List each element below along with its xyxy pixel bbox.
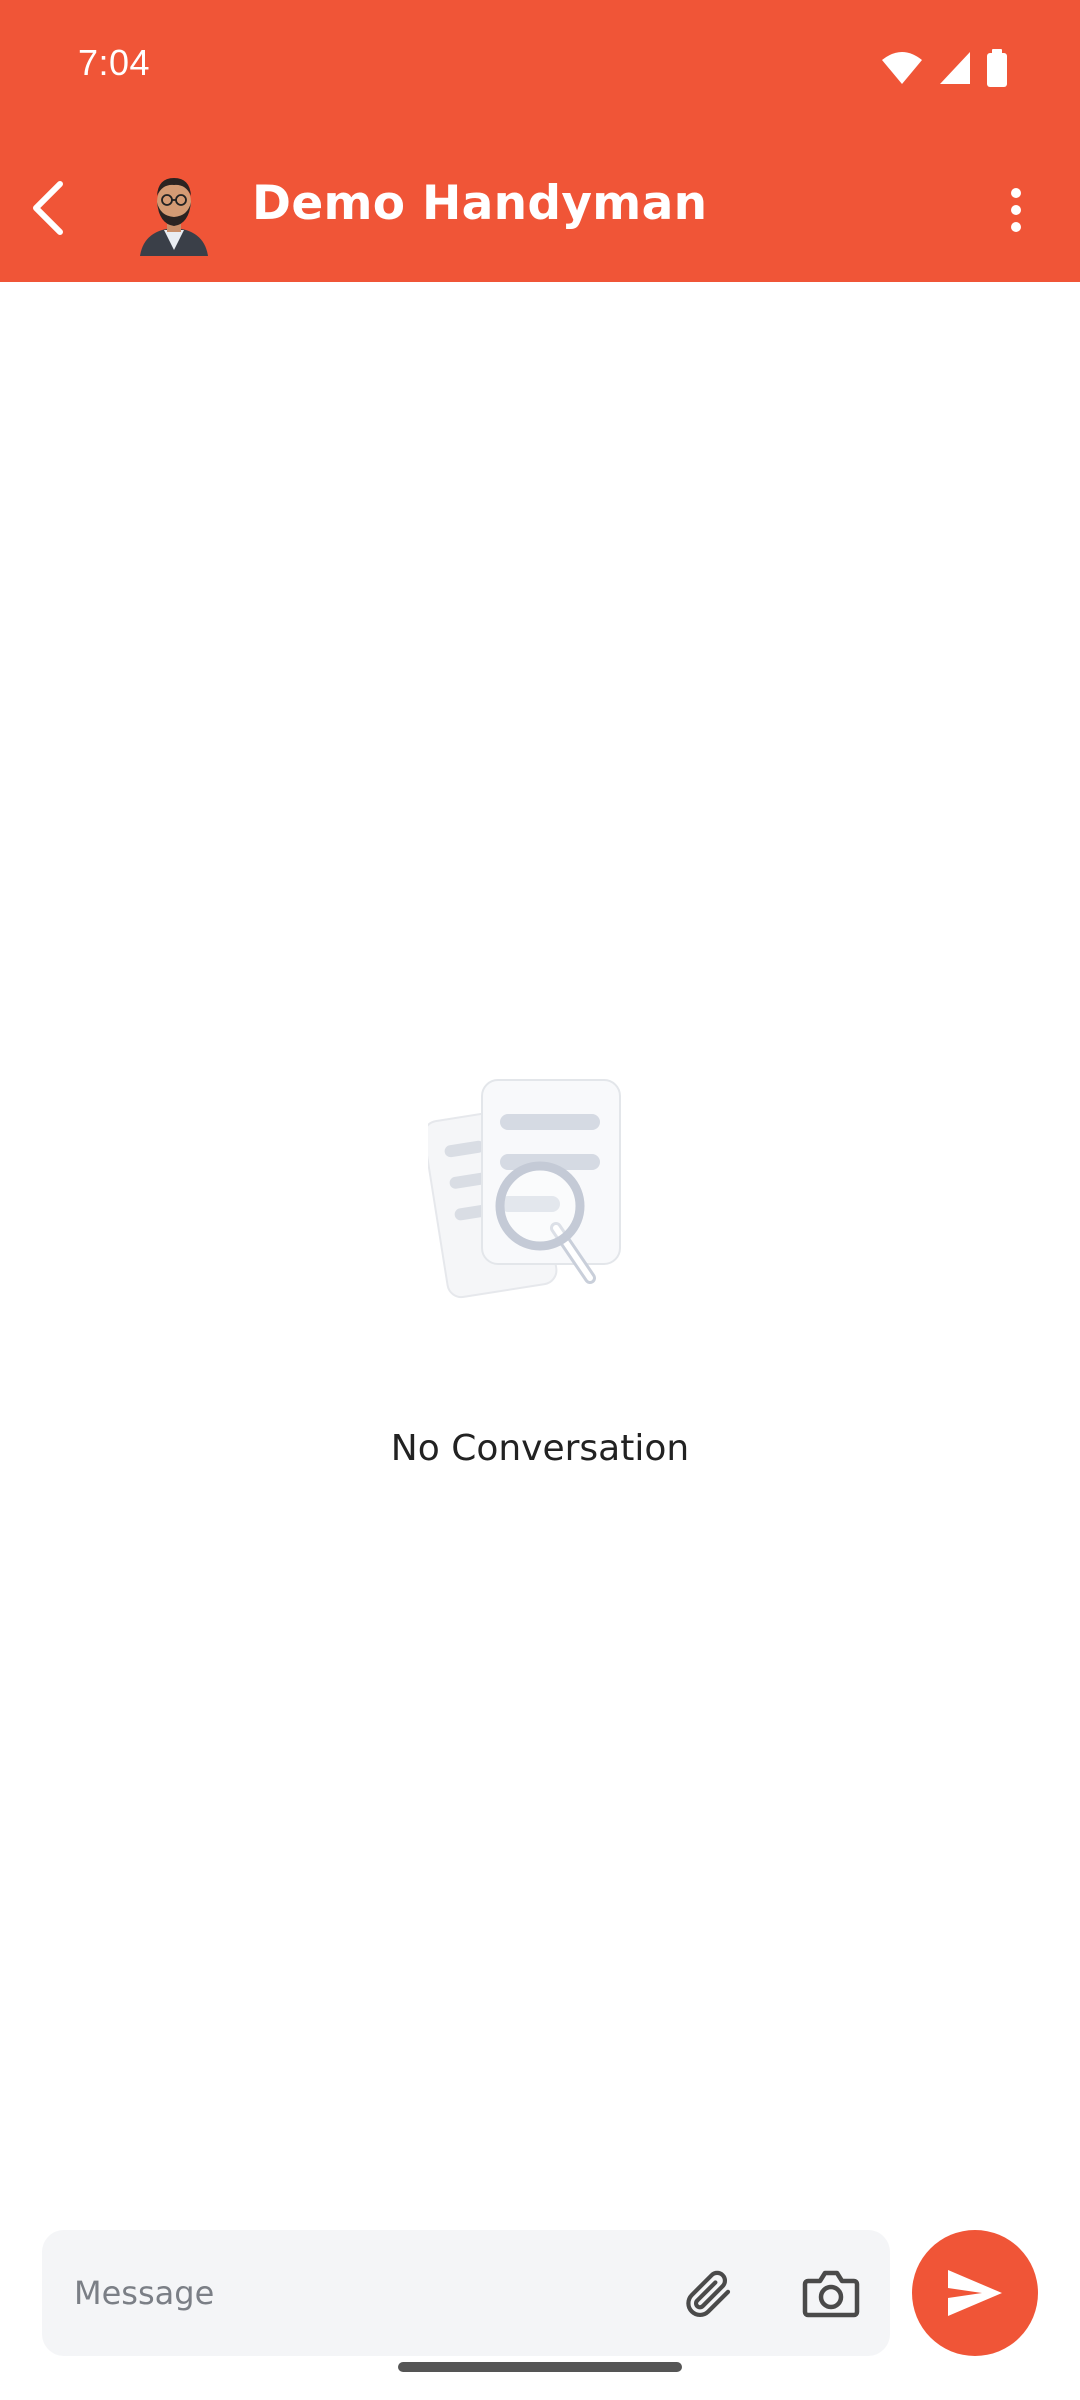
empty-state-text: No Conversation <box>390 1428 690 1469</box>
contact-name: Demo Handyman <box>252 176 708 231</box>
camera-icon <box>802 2270 860 2318</box>
avatar[interactable] <box>134 170 214 256</box>
back-button[interactable] <box>18 170 78 246</box>
battery-icon <box>986 49 1008 87</box>
send-icon <box>948 2270 1002 2316</box>
signal-icon <box>938 50 972 86</box>
more-options-button[interactable] <box>996 180 1036 240</box>
wifi-icon <box>880 50 924 86</box>
message-composer <box>42 2230 890 2356</box>
document-search-illustration <box>422 1078 628 1308</box>
chat-screen: 7:04 Demo Handyman No Conversation Messa… <box>0 0 1080 2400</box>
more-vert-icon <box>1011 188 1021 232</box>
attach-button[interactable] <box>672 2258 742 2328</box>
camera-button[interactable] <box>796 2258 866 2328</box>
status-time: 7:04 <box>78 42 151 83</box>
message-input[interactable] <box>74 2260 634 2326</box>
app-header: 7:04 Demo Handyman <box>0 0 1080 282</box>
arrow-back-icon <box>33 181 63 235</box>
gesture-nav-handle[interactable] <box>398 2362 682 2372</box>
send-button[interactable] <box>912 2230 1038 2356</box>
paperclip-icon <box>686 2270 731 2318</box>
status-icons <box>880 48 1008 88</box>
